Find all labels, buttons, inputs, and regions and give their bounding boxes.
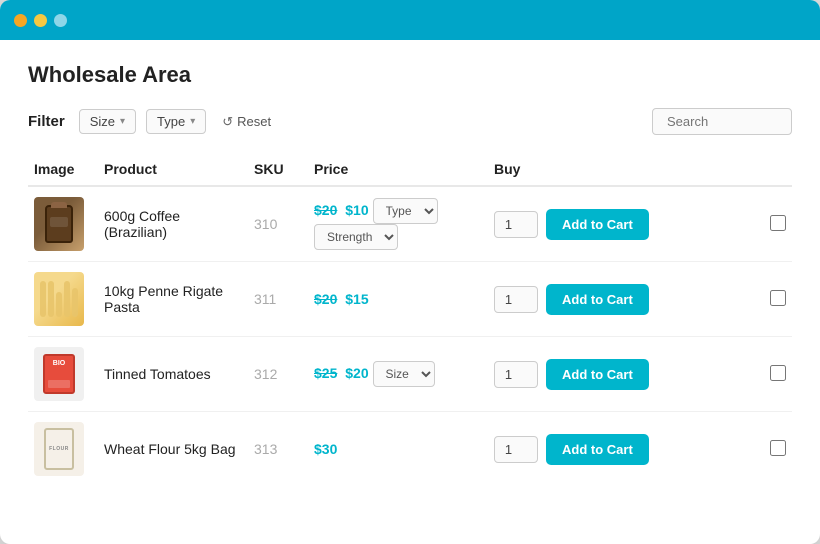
titlebar [0, 0, 820, 40]
product-sku: 311 [254, 291, 276, 307]
strength-select[interactable]: Strength [314, 224, 398, 250]
price-only: $30 [314, 441, 337, 457]
product-sku: 312 [254, 366, 277, 382]
size-select[interactable]: Size [373, 361, 435, 387]
qty-input[interactable] [494, 211, 538, 238]
row-checkbox[interactable] [770, 290, 786, 306]
price-sale: $15 [345, 291, 368, 307]
table-row: 600g Coffee (Brazilian) 310 $20 $10 Type… [28, 186, 792, 262]
reset-icon: ↺ [222, 114, 233, 130]
qty-input[interactable] [494, 436, 538, 463]
type-chevron-icon: ▾ [190, 116, 195, 127]
row-checkbox[interactable] [770, 365, 786, 381]
table-row: 10kg Penne Rigate Pasta 311 $20 $15 Add … [28, 262, 792, 337]
product-name: 600g Coffee (Brazilian) [104, 208, 180, 240]
price-sale: $20 [345, 365, 368, 381]
qty-input[interactable] [494, 361, 538, 388]
product-name: Tinned Tomatoes [104, 366, 211, 382]
size-chevron-icon: ▾ [120, 116, 125, 127]
main-content: Wholesale Area Filter Size ▾ Type ▾ ↺ Re… [0, 40, 820, 502]
table-row: Wheat Flour 5kg Bag 313 $30 Add to Cart [28, 412, 792, 487]
add-to-cart-button[interactable]: Add to Cart [546, 209, 649, 240]
filter-bar: Filter Size ▾ Type ▾ ↺ Reset [28, 108, 792, 135]
reset-label: Reset [237, 114, 271, 129]
th-buy: Buy [488, 153, 764, 186]
add-to-cart-button[interactable]: Add to Cart [546, 359, 649, 390]
search-input[interactable] [652, 108, 792, 135]
product-name: 10kg Penne Rigate Pasta [104, 283, 223, 315]
flour-bag-icon [44, 428, 74, 470]
th-sku: SKU [248, 153, 308, 186]
size-filter[interactable]: Size ▾ [79, 109, 136, 134]
coffee-jar-icon [45, 205, 73, 243]
price-original: $20 [314, 202, 337, 218]
add-to-cart-button[interactable]: Add to Cart [546, 434, 649, 465]
price-sale: $10 [345, 202, 368, 218]
type-filter[interactable]: Type ▾ [146, 109, 206, 134]
buy-cell: Add to Cart [494, 209, 758, 240]
buy-cell: Add to Cart [494, 284, 758, 315]
product-image-tomato [34, 347, 84, 401]
product-image-flour [34, 422, 84, 476]
search-wrap [652, 108, 792, 135]
type-select[interactable]: Type [373, 198, 438, 224]
buy-cell: Add to Cart [494, 434, 758, 465]
tomato-can-icon [43, 354, 75, 394]
price-original: $25 [314, 365, 337, 381]
products-table: Image Product SKU Price Buy [28, 153, 792, 486]
page-title: Wholesale Area [28, 62, 792, 88]
window-dot-green[interactable] [54, 14, 67, 27]
qty-input[interactable] [494, 286, 538, 313]
product-sku: 310 [254, 216, 277, 232]
window-dot-yellow[interactable] [34, 14, 47, 27]
th-image: Image [28, 153, 98, 186]
row-checkbox[interactable] [770, 215, 786, 231]
add-to-cart-button[interactable]: Add to Cart [546, 284, 649, 315]
row-checkbox[interactable] [770, 440, 786, 456]
price-original: $20 [314, 291, 337, 307]
size-filter-label: Size [90, 114, 115, 129]
product-image-pasta [34, 272, 84, 326]
table-row: Tinned Tomatoes 312 $25 $20 Size [28, 337, 792, 412]
product-image-coffee [34, 197, 84, 251]
th-product: Product [98, 153, 248, 186]
buy-cell: Add to Cart [494, 359, 758, 390]
window-dot-red[interactable] [14, 14, 27, 27]
filter-label: Filter [28, 113, 65, 130]
product-name: Wheat Flour 5kg Bag [104, 441, 236, 457]
reset-button[interactable]: ↺ Reset [216, 110, 277, 134]
app-window: Wholesale Area Filter Size ▾ Type ▾ ↺ Re… [0, 0, 820, 544]
type-filter-label: Type [157, 114, 185, 129]
th-price: Price [308, 153, 488, 186]
product-sku: 313 [254, 441, 277, 457]
pasta-icon [40, 281, 78, 317]
